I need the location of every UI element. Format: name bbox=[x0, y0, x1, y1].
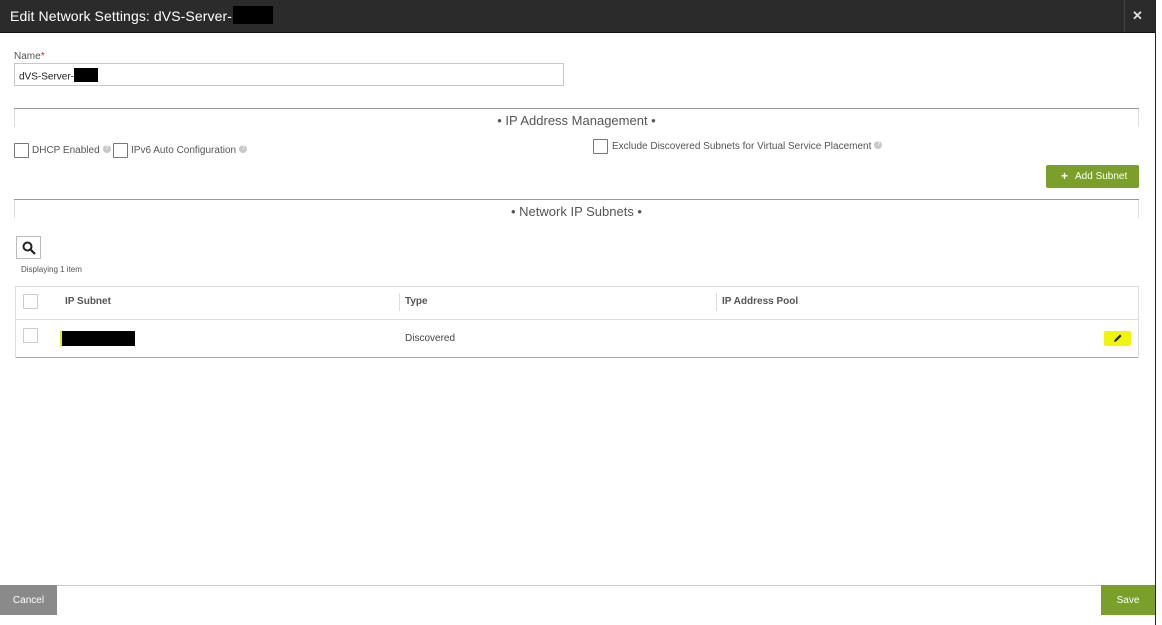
subnets-title: • Network IP Subnets • bbox=[511, 204, 642, 219]
column-header-ip-address-pool[interactable]: IP Address Pool bbox=[722, 296, 798, 307]
redacted-name bbox=[233, 6, 274, 25]
name-label: Name* bbox=[14, 51, 45, 62]
dialog-title: Edit Network Settings: dVS-Server- bbox=[10, 6, 274, 26]
dialog-title-bar: Edit Network Settings: dVS-Server- ✕ bbox=[0, 0, 1155, 33]
search-icon bbox=[22, 241, 36, 255]
help-icon[interactable]: ? bbox=[874, 141, 883, 150]
edit-button[interactable] bbox=[1104, 331, 1131, 346]
exclude-discovered-subnets-label: Exclude Discovered Subnets for Virtual S… bbox=[612, 141, 883, 152]
column-header-type[interactable]: Type bbox=[405, 296, 428, 307]
column-separator bbox=[399, 293, 400, 311]
row-type: Discovered bbox=[405, 333, 456, 344]
subnets-divider bbox=[14, 199, 1139, 200]
dhcp-enabled-label: DHCP Enabled? bbox=[32, 145, 111, 156]
select-all-checkbox[interactable] bbox=[23, 294, 38, 309]
dialog-right-edge bbox=[1155, 0, 1156, 625]
name-input[interactable]: dVS-Server- bbox=[14, 63, 564, 86]
ipv6-auto-config-label: IPv6 Auto Configuration? bbox=[131, 145, 248, 156]
plus-icon: + bbox=[1061, 169, 1069, 183]
add-subnet-button[interactable]: + Add Subnet bbox=[1046, 165, 1139, 188]
column-separator bbox=[716, 293, 717, 311]
required-mark: * bbox=[40, 51, 45, 62]
table-bottom-border bbox=[16, 357, 1138, 358]
column-header-ip-subnet[interactable]: IP Subnet bbox=[65, 296, 111, 307]
pencil-icon bbox=[1114, 334, 1122, 342]
ipv6-auto-config-checkbox[interactable] bbox=[113, 143, 128, 158]
redacted-name-value bbox=[74, 68, 99, 82]
save-button[interactable]: Save bbox=[1101, 585, 1155, 615]
close-icon[interactable]: ✕ bbox=[1132, 8, 1143, 24]
help-icon[interactable]: ? bbox=[239, 145, 248, 154]
header-row-divider bbox=[16, 319, 1138, 320]
subnets-table: IP Subnet Type IP Address Pool Discovere… bbox=[15, 286, 1139, 358]
ip-management-divider bbox=[14, 108, 1139, 109]
title-divider bbox=[1124, 0, 1125, 32]
search-button[interactable] bbox=[16, 236, 41, 259]
cancel-button[interactable]: Cancel bbox=[0, 585, 57, 615]
redacted-ip-subnet bbox=[60, 331, 135, 346]
displaying-count: Displaying 1 item bbox=[21, 265, 82, 274]
help-icon[interactable]: ? bbox=[102, 145, 111, 154]
dhcp-enabled-checkbox[interactable] bbox=[14, 143, 29, 158]
footer-divider bbox=[0, 585, 1155, 586]
exclude-discovered-subnets-checkbox[interactable] bbox=[593, 139, 608, 154]
row-checkbox[interactable] bbox=[23, 328, 38, 343]
ip-management-title: • IP Address Management • bbox=[497, 113, 656, 128]
name-input-value: dVS-Server- bbox=[19, 71, 75, 83]
